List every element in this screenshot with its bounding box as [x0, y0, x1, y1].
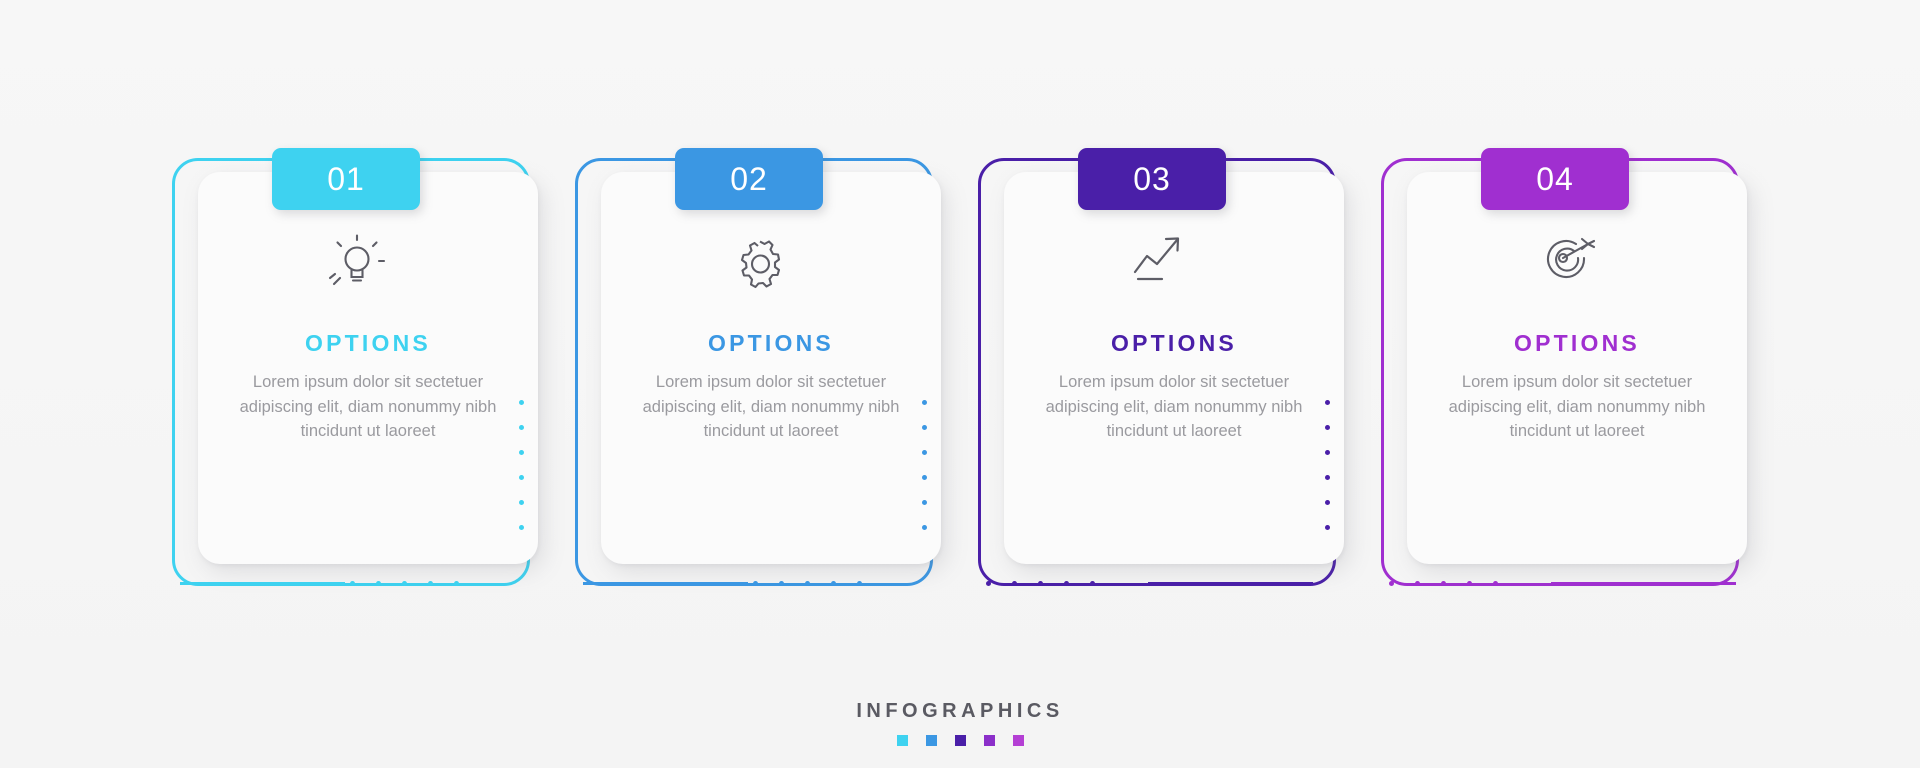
step-number-badge[interactable]: 04 [1481, 148, 1629, 210]
step-white-card [601, 172, 941, 564]
footer-dot [896, 735, 908, 746]
step-body-text: Lorem ipsum dolor sit sectetuer adipisci… [1448, 373, 1706, 441]
footer-dot [983, 735, 995, 746]
step-card-4[interactable]: 04 OPTIONS Lorem ipsum dolor sit sectetu… [1381, 104, 1920, 603]
connector-dots-horizontal-4 [1389, 581, 1519, 587]
infographic-canvas: 01 OPTIONS Lorem ipsum dolor sit sectetu… [0, 0, 1920, 768]
connector-bar-3 [1148, 582, 1313, 585]
connector-dots-horizontal-3 [986, 581, 1116, 587]
step-card-2[interactable]: 02 OPTIONS Lorem ipsum dolor sit sectetu… [575, 104, 1122, 603]
footer: INFOGRAPHICS [0, 700, 1920, 746]
step-number-badge[interactable]: 02 [675, 148, 823, 210]
step-options-label: OPTIONS [708, 330, 834, 356]
connector-dots-vertical-2 [922, 400, 928, 550]
step-number-badge[interactable]: 01 [272, 148, 420, 210]
connector-dots-vertical-3 [1325, 400, 1331, 550]
step-number-badge[interactable]: 03 [1078, 148, 1226, 210]
step-options-label: OPTIONS [305, 330, 431, 356]
lightbulb-icon [172, 234, 542, 290]
step-card-1[interactable]: 01 OPTIONS Lorem ipsum dolor sit sectetu… [172, 104, 719, 603]
connector-bar-2 [583, 582, 748, 585]
footer-dot [1012, 735, 1024, 746]
connector-bar-4 [1551, 582, 1736, 585]
step-white-card [198, 172, 538, 564]
target-arrow-icon [1381, 234, 1751, 286]
connector-dots-vertical-1 [519, 400, 525, 550]
step-body-text: Lorem ipsum dolor sit sectetuer adipisci… [239, 373, 497, 441]
footer-dot [954, 735, 966, 746]
step-options-label: OPTIONS [1111, 330, 1237, 356]
footer-dot [925, 735, 937, 746]
step-body-text: Lorem ipsum dolor sit sectetuer adipisci… [642, 373, 900, 441]
step-white-card [1407, 172, 1747, 564]
step-card-3[interactable]: 03 OPTIONS Lorem ipsum dolor sit sectetu… [978, 104, 1525, 603]
step-body-text: Lorem ipsum dolor sit sectetuer adipisci… [1045, 373, 1303, 441]
gear-icon [575, 234, 945, 290]
connector-dots-horizontal-1 [350, 581, 480, 587]
footer-dot-row [0, 735, 1920, 746]
growth-arrow-icon [978, 234, 1348, 284]
connector-bar-1 [180, 582, 345, 585]
step-options-label: OPTIONS [1514, 330, 1640, 356]
footer-title: INFOGRAPHICS [856, 700, 1064, 722]
connector-dots-horizontal-2 [753, 581, 883, 587]
step-white-card [1004, 172, 1344, 564]
